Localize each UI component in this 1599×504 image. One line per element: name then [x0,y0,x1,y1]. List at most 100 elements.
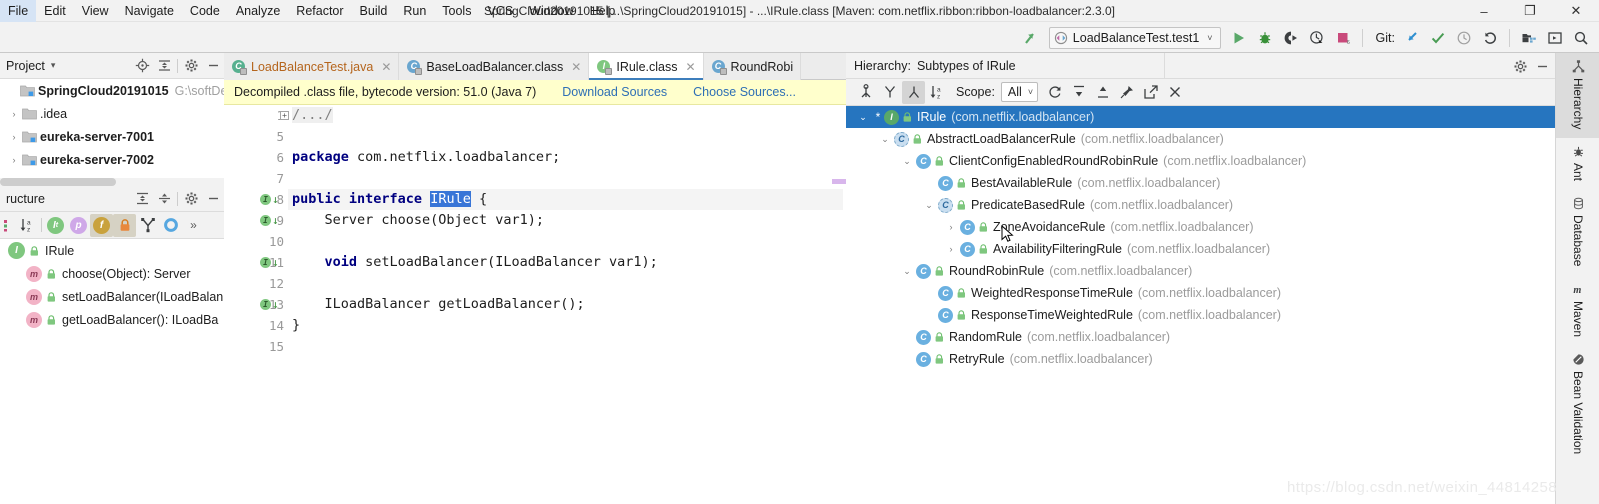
structure-row[interactable]: I IRule [0,239,224,262]
collapse-all-icon-hierarchy[interactable] [1091,81,1114,104]
show-fields-icon[interactable]: f [90,213,113,237]
project-tree-scrollbar-thumb[interactable] [0,178,116,186]
hierarchy-row[interactable]: C BestAvailableRule (com.netflix.loadbala… [846,172,1555,194]
code-line[interactable] [288,168,846,189]
sort-alphabetically-icon[interactable]: a z [16,214,39,237]
project-tree-row[interactable]: › eureka-server-7002 [0,148,224,171]
back-arrow-icon[interactable] [1019,26,1043,50]
implementing-method-marker[interactable]: I ↓ [260,189,286,210]
type-hierarchy-icon[interactable] [854,81,877,104]
overflow-icon[interactable]: » [182,214,205,237]
chevron-down-icon[interactable]: ˅ [1207,33,1215,43]
hierarchy-row[interactable]: ⌄ C AbstractLoadBalancerRule (com.netflix.… [846,128,1555,150]
chevron-right-icon[interactable]: › [6,132,22,142]
expand-toggle-icon[interactable]: › [942,244,960,254]
implementing-method-marker[interactable]: I ↓ [260,252,286,273]
chevron-right-icon[interactable]: › [6,109,22,119]
commit-icon[interactable] [1426,26,1450,50]
hierarchy-row[interactable]: ⌄ C RoundRobinRule (com.netflix.loadbalanc… [846,260,1555,282]
structure-row[interactable]: m setLoadBalancer(ILoadBalan [0,285,224,308]
show-inherited-icon[interactable]: It [44,214,67,237]
menu-item-vcs[interactable]: VCS [479,0,521,22]
hierarchy-row[interactable]: C ResponseTimeWeightedRule (com.netflix.l… [846,304,1555,326]
hide-panel-icon[interactable] [202,55,224,77]
tool-window-tab-database[interactable]: Database [1556,190,1599,275]
expand-toggle-icon[interactable]: ⌄ [920,200,938,211]
close-tab-icon[interactable]: ✕ [378,60,391,74]
hierarchy-row[interactable]: › C ZoneAvoidanceRule (com.netflix.loadbal… [846,216,1555,238]
refresh-icon[interactable] [1043,81,1066,104]
show-properties-icon[interactable]: p [67,214,90,237]
hierarchy-row[interactable]: ⌄ C PredicateBasedRule (com.netflix.loadba… [846,194,1555,216]
menu-item-tools[interactable]: Tools [434,0,479,22]
close-tab-icon[interactable]: ✕ [568,60,581,74]
editor-tab[interactable]: C LoadBalanceTest.java ✕ [224,53,400,80]
code-line[interactable] [288,126,846,147]
menu-item-build[interactable]: Build [352,0,396,22]
sort-alphabetically-icon-hierarchy[interactable]: a z [926,81,949,104]
chevron-right-icon[interactable]: › [6,155,22,165]
expand-toggle-icon[interactable]: ⌄ [876,134,894,145]
locate-file-icon[interactable] [131,55,153,77]
expand-toggle-icon[interactable]: ⌄ [898,266,916,277]
code-line[interactable]: /.../ [288,105,846,126]
menu-item-edit[interactable]: Edit [36,0,74,22]
hierarchy-row[interactable]: ⌄ * I IRule (com.netflix.loadbalancer) [846,106,1555,128]
expand-toggle-icon[interactable]: › [942,222,960,232]
hierarchy-tree[interactable]: ⌄ * I IRule (com.netflix.loadbalancer) ⌄ C Ab… [846,106,1555,504]
tool-window-tab-ant[interactable]: Ant [1556,138,1599,190]
code-line[interactable] [288,231,846,252]
expand-toggle-icon[interactable]: ⌄ [898,156,916,167]
close-icon[interactable] [1163,81,1186,104]
history-icon[interactable] [1452,26,1476,50]
hierarchy-row[interactable]: › C AvailabilityFilteringRule (com.netflix… [846,238,1555,260]
search-everywhere-icon[interactable] [1569,26,1593,50]
lock-icon[interactable] [113,213,136,237]
collapse-all-icon-structure[interactable] [153,188,175,210]
tool-window-tab-maven[interactable]: m Maven [1556,276,1599,346]
code-line[interactable] [288,336,846,357]
update-project-icon[interactable] [1400,26,1424,50]
menu-item-file[interactable]: File [0,0,37,22]
run-with-coverage-button[interactable] [1279,26,1303,50]
code-line[interactable]: ILoadBalancer getLoadBalancer(); [288,294,846,315]
menu-item-analyze[interactable]: Analyze [228,0,288,22]
hierarchy-row[interactable]: C RandomRule (com.netflix.loadbalancer) [846,326,1555,348]
implementing-method-marker[interactable]: I ↓ [260,294,286,315]
code-editor[interactable]: 1+ 5 6 7 8 I↓9 I↓ 10 11 I↓ 12 13 I↓ 14 15 /.../ pac… [224,105,846,504]
pin-tab-icon[interactable] [1115,81,1138,104]
tool-window-tab-hierarchy[interactable]: Hierarchy [1556,53,1599,139]
editor-tab[interactable]: I IRule.class ✕ [589,53,704,80]
menu-item-navigate[interactable]: Navigate [117,0,182,22]
structure-row[interactable]: m getLoadBalancer(): ILoadBa [0,308,224,331]
tool-window-tab-bean-validation[interactable]: Bean Validation [1556,346,1599,463]
editor-gutter[interactable]: 1+ 5 6 7 8 I↓9 I↓ 10 11 I↓ 12 13 I↓ 14 15 [224,105,289,504]
download-sources-link[interactable]: Download Sources [562,85,667,99]
menu-item-run[interactable]: Run [395,0,434,22]
show-anonymous-icon[interactable] [159,214,182,237]
menu-item-code[interactable]: Code [182,0,228,22]
hierarchy-row[interactable]: C WeightedResponseTimeRule (com.netflix.l… [846,282,1555,304]
structure-row[interactable]: m choose(Object): Server [0,262,224,285]
scope-dropdown[interactable]: All ˅ [1000,82,1039,102]
menu-item-view[interactable]: View [74,0,117,22]
menu-item-window[interactable]: Window [521,0,581,22]
maximize-button[interactable]: ❐ [1507,0,1553,22]
close-tab-icon[interactable]: ✕ [682,60,695,74]
project-structure-icon[interactable] [1517,26,1541,50]
implementing-method-marker[interactable]: I ↓ [260,210,286,231]
select-run-target-icon[interactable] [1543,26,1567,50]
run-button[interactable] [1227,26,1251,50]
open-in-editor-icon[interactable] [1139,81,1162,104]
gear-icon[interactable] [180,55,202,77]
project-tree-row[interactable]: › .idea [0,102,224,125]
debug-button[interactable] [1253,26,1277,50]
structure-panel-title[interactable]: ructure [2,192,45,206]
hide-panel-icon-structure[interactable] [202,188,224,210]
menu-item-refactor[interactable]: Refactor [288,0,351,22]
code-line[interactable]: Server choose(Object var1); [288,210,846,231]
editor-tab[interactable]: C RoundRobi [703,53,802,80]
project-tree-row[interactable]: › eureka-server-7001 [0,125,224,148]
expand-all-icon[interactable] [131,188,153,210]
hide-panel-icon-hierarchy[interactable] [1531,55,1553,77]
